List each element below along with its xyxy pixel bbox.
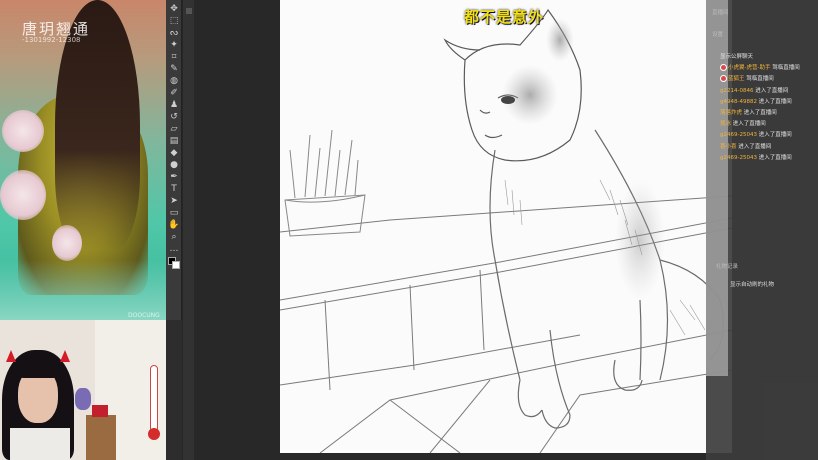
- magic-wand-icon[interactable]: ✦: [168, 39, 180, 51]
- chat-text: 进入了直播间: [732, 121, 766, 128]
- type-icon[interactable]: T: [168, 183, 180, 195]
- chat-text: 进入了直播间: [758, 132, 792, 139]
- chat-text: 进入了直播间: [758, 154, 792, 161]
- crop-icon[interactable]: ⌗: [168, 51, 180, 63]
- chat-message-list: 显示公屏聊天 小虎翼-虎营-助手 驾临直播间 蓝狐王 驾临直播间 g2214-0846…: [720, 52, 818, 164]
- painting-flower: [52, 225, 82, 261]
- webcam-feed: [0, 320, 166, 460]
- healing-brush-icon[interactable]: ◍: [168, 75, 180, 87]
- clone-stamp-icon[interactable]: ♟: [168, 99, 180, 111]
- chat-message: g2214-0846 进入了直播间: [720, 86, 818, 97]
- reference-signature: DOOCUNG: [128, 312, 160, 319]
- dodge-icon[interactable]: ●: [168, 159, 180, 171]
- chat-text: 驾临直播间: [772, 65, 800, 72]
- chat-username[interactable]: 小虎翼-虎营-助手: [728, 65, 770, 71]
- chat-username[interactable]: 蓝狐王: [728, 76, 745, 82]
- chat-message: 昆冰 进入了直播间: [720, 119, 818, 130]
- chat-message: 落落炸虎 进入了直播间: [720, 108, 818, 119]
- chat-username[interactable]: g2469-25043: [720, 155, 757, 161]
- brush-icon[interactable]: ✐: [168, 87, 180, 99]
- reference-watermark-id: -1301992-12308: [22, 36, 81, 44]
- devil-horn-icon: [6, 350, 16, 362]
- webcam-flowers: [75, 388, 91, 410]
- lasso-icon[interactable]: ᔓ: [168, 27, 180, 39]
- webcam-stool: [86, 415, 116, 460]
- painting-flower: [0, 170, 46, 220]
- chat-settings-label[interactable]: 设置: [712, 30, 723, 38]
- photoshop-toolbar: ✥ ⬚ ᔓ ✦ ⌗ ✎ ◍ ✐ ♟ ↺ ▱ ▤ ◆ ● ✒ T ➤ ▭ ✋ ⌕…: [166, 0, 182, 320]
- chat-text: 显示公屏聊天: [720, 54, 754, 60]
- tool-list: ✥ ⬚ ᔓ ✦ ⌗ ✎ ◍ ✐ ♟ ↺ ▱ ▤ ◆ ● ✒ T ➤ ▭ ✋ ⌕…: [166, 0, 181, 255]
- thermometer-icon: [148, 365, 160, 440]
- chat-message: 小虎翼-虎营-助手 驾临直播间: [720, 63, 818, 74]
- rectangle-icon[interactable]: ▭: [168, 207, 180, 219]
- painting-ground: [0, 260, 166, 320]
- marquee-icon[interactable]: ⬚: [168, 15, 180, 27]
- chat-text: 进入了直播间: [758, 98, 792, 105]
- live-chat-panel: 直播间 设置 显示公屏聊天 小虎翼-虎营-助手 驾临直播间 蓝狐王 驾临直播间 g22…: [706, 0, 818, 460]
- vip-badge-icon: [720, 64, 727, 72]
- gradient-icon[interactable]: ▤: [168, 135, 180, 147]
- cat-sketch-drawing: [280, 8, 732, 453]
- streamer-bangs: [14, 356, 62, 378]
- stream-screen: 唐玥翘通 -1301992-12308 DOOCUNG ✥ ⬚ ᔓ ✦ ⌗ ✎ ◍ ✐ ♟ ↺ ▱ ▤…: [0, 0, 818, 460]
- chat-message: g2469-25043 进入了直播间: [720, 153, 818, 164]
- history-brush-icon[interactable]: ↺: [168, 111, 180, 123]
- chat-text: 进入了直播间: [743, 109, 777, 116]
- chat-header: 直播间: [712, 10, 729, 16]
- path-selection-icon[interactable]: ➤: [168, 195, 180, 207]
- panel-grip-icon[interactable]: [185, 8, 192, 14]
- color-swatches[interactable]: [168, 257, 180, 269]
- chat-message: 喜小喜 进入了直播间: [720, 142, 818, 153]
- blur-icon[interactable]: ◆: [168, 147, 180, 159]
- chat-text: 驾临直播间: [746, 76, 774, 83]
- chat-username[interactable]: 落落炸虎: [720, 110, 742, 116]
- vip-badge-icon: [720, 75, 727, 83]
- painting-flower: [2, 110, 44, 152]
- chat-username[interactable]: 昆冰: [720, 121, 731, 127]
- chat-text: 进入了直播间: [738, 143, 772, 150]
- chat-username[interactable]: g2214-0846: [720, 88, 753, 94]
- pen-icon[interactable]: ✒: [168, 171, 180, 183]
- move-icon[interactable]: ✥: [168, 3, 180, 15]
- chat-message: g4948-49882 进入了直播间: [720, 97, 818, 108]
- eyedropper-icon[interactable]: ✎: [168, 63, 180, 75]
- chat-username[interactable]: g2469-25043: [720, 132, 757, 138]
- stream-title: 都不是意外: [464, 8, 545, 26]
- eraser-icon[interactable]: ▱: [168, 123, 180, 135]
- webcam-gift-box: [92, 405, 108, 417]
- chat-username[interactable]: g4948-49882: [720, 99, 757, 105]
- more-tools-icon[interactable]: …: [168, 243, 180, 255]
- chat-message: 显示公屏聊天: [720, 52, 818, 63]
- zoom-icon[interactable]: ⌕: [168, 231, 180, 243]
- gift-auto-note[interactable]: 显示自动刷的礼物: [730, 280, 774, 288]
- streamer-shirt: [10, 428, 70, 460]
- hand-icon[interactable]: ✋: [168, 219, 180, 231]
- chat-username[interactable]: 喜小喜: [720, 144, 737, 150]
- chat-text: 进入了直播间: [755, 87, 789, 94]
- reference-painting: 唐玥翘通 -1301992-12308 DOOCUNG: [0, 0, 166, 320]
- chat-message: 蓝狐王 驾临直播间: [720, 74, 818, 85]
- background-color-swatch[interactable]: [172, 261, 180, 269]
- gift-section-title: 礼物记录: [716, 264, 739, 270]
- devil-horn-icon: [60, 350, 70, 362]
- collapsed-panel-strip: [182, 0, 194, 460]
- chat-message: g2469-25043 进入了直播间: [720, 130, 818, 141]
- drawing-canvas[interactable]: 都不是意外: [280, 0, 732, 453]
